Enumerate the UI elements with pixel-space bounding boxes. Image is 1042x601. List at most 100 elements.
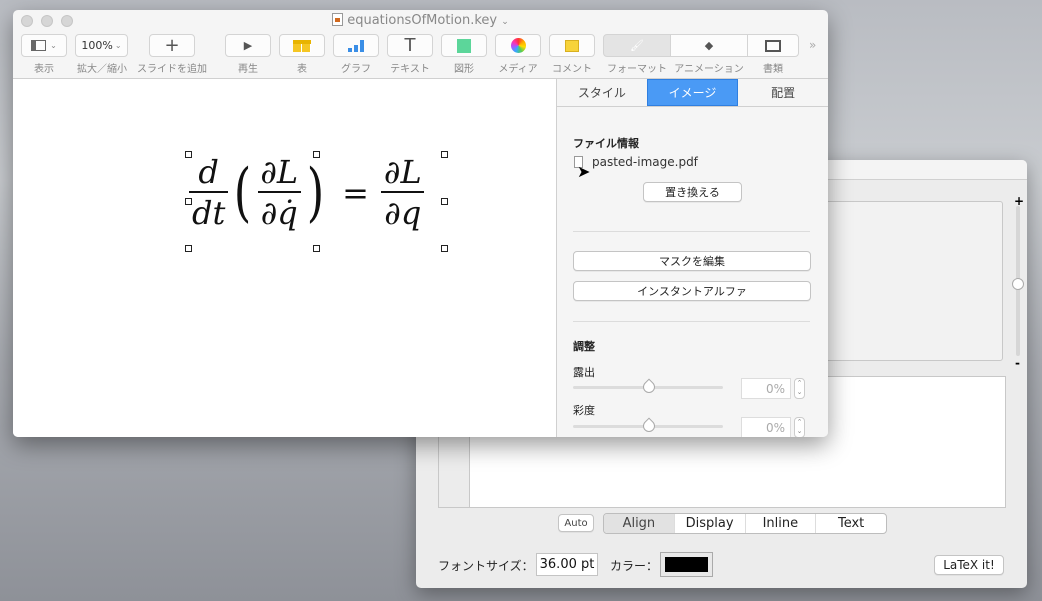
toolbar-label: スライドを追加	[137, 64, 207, 75]
selection-handle[interactable]	[313, 245, 320, 252]
document-title: equationsOfMotion.key	[347, 13, 498, 28]
toolbar-overflow-icon[interactable]: »	[809, 38, 816, 52]
chevron-down-icon: ⌄	[501, 17, 509, 27]
chart-button[interactable]	[333, 34, 379, 57]
inspector-tabs: スタイル イメージ 配置	[557, 79, 828, 107]
numerator: ∂L	[260, 153, 299, 191]
zoom-value: 100%	[81, 39, 113, 52]
toolbar-label: 書類	[763, 64, 783, 75]
tab-style[interactable]: スタイル	[557, 79, 647, 106]
divider	[573, 321, 810, 322]
toolbar-label: 図形	[454, 64, 474, 75]
toolbar-label: 拡大／縮小	[77, 64, 127, 75]
toolbar-label: フォーマット	[607, 64, 667, 75]
selection-handle[interactable]	[313, 151, 320, 158]
mouse-cursor-icon: ➤	[577, 162, 591, 181]
divider	[573, 231, 810, 232]
exposure-label: 露出	[573, 366, 595, 379]
sidebar-view-icon	[31, 40, 47, 51]
animation-icon: ◆	[704, 39, 714, 52]
denominator: dt	[189, 191, 229, 233]
zoom-minus-icon: -	[1015, 356, 1020, 370]
window-title[interactable]: equationsOfMotion.key ⌄	[13, 13, 828, 28]
exposure-slider-knob[interactable]	[640, 378, 658, 396]
format-brush-icon: 🖌	[630, 39, 644, 52]
equation-image[interactable]: d dt ( ∂L ∂q̇ ) = ∂L ∂q	[189, 153, 425, 233]
right-paren: )	[306, 156, 325, 230]
play-button[interactable]: ▶	[225, 34, 271, 57]
media-icon	[510, 38, 526, 53]
color-label: カラー：	[610, 559, 659, 573]
toolbar-label: アニメーション	[674, 64, 744, 75]
selection-handle[interactable]	[185, 245, 192, 252]
document-button[interactable]	[747, 34, 799, 57]
shape-button[interactable]	[441, 34, 487, 57]
selection-handle[interactable]	[441, 151, 448, 158]
slide-canvas[interactable]: d dt ( ∂L ∂q̇ ) = ∂L ∂q	[13, 78, 556, 437]
zoom-dropdown[interactable]: 100% ⌄	[75, 34, 128, 57]
color-well[interactable]	[660, 552, 713, 577]
latex-it-button[interactable]: LaTeX it!	[934, 555, 1004, 575]
selection-handle[interactable]	[185, 198, 192, 205]
format-button[interactable]: 🖌	[603, 34, 671, 57]
numerator: ∂L	[383, 153, 422, 191]
table-button[interactable]	[279, 34, 325, 57]
saturation-slider-knob[interactable]	[640, 417, 658, 435]
adjust-heading: 調整	[573, 340, 595, 353]
toolbar-label: コメント	[552, 64, 592, 75]
text-icon: T	[404, 35, 416, 56]
mode-text[interactable]: Text	[815, 514, 886, 533]
saturation-label: 彩度	[573, 404, 595, 417]
toolbar-label: 表示	[34, 64, 54, 75]
mode-align[interactable]: Align	[604, 514, 674, 533]
fraction-d-dt: d dt	[189, 153, 229, 233]
table-icon	[293, 39, 311, 52]
instant-alpha-button[interactable]: インスタントアルファ	[573, 281, 811, 301]
shape-icon	[457, 38, 471, 53]
equals-sign: =	[342, 174, 369, 212]
auto-button[interactable]: Auto	[558, 514, 594, 532]
toolbar-label: 表	[297, 64, 307, 75]
mode-display[interactable]: Display	[673, 514, 745, 533]
text-button[interactable]: T	[387, 34, 433, 57]
toolbar-label: 再生	[238, 64, 258, 75]
zoom-slider-knob[interactable]	[1012, 278, 1024, 290]
saturation-input[interactable]: 0%	[741, 417, 791, 437]
font-size-label: フォントサイズ：	[438, 559, 534, 573]
animation-button[interactable]: ◆	[670, 34, 748, 57]
comment-icon	[565, 39, 579, 52]
exposure-input[interactable]: 0%	[741, 378, 791, 399]
keynote-file-icon	[332, 13, 344, 26]
file-info-heading: ファイル情報	[573, 137, 639, 150]
fraction-dL-dqdot: ∂L ∂q̇	[257, 153, 301, 233]
inspector-panel: スタイル イメージ 配置 ファイル情報 pasted-image.pdf 置き換…	[556, 78, 828, 437]
denominator: ∂q̇	[257, 191, 301, 233]
view-button[interactable]: ⌄	[21, 34, 67, 57]
denominator: ∂q	[381, 191, 425, 233]
comment-button[interactable]	[549, 34, 595, 57]
color-swatch	[665, 557, 708, 572]
edit-mask-button[interactable]: マスクを編集	[573, 251, 811, 271]
plus-icon: +	[164, 35, 180, 56]
fraction-dL-dq: ∂L ∂q	[381, 153, 425, 233]
media-button[interactable]	[495, 34, 541, 57]
saturation-stepper[interactable]: ⌃ ⌄	[794, 417, 805, 437]
tab-arrange[interactable]: 配置	[738, 79, 828, 106]
toolbar-label: メディア	[498, 64, 538, 75]
exposure-stepper[interactable]: ⌃ ⌄	[794, 378, 805, 399]
keynote-window: equationsOfMotion.key ⌄ ⌄ 100% ⌄ + ▶ T 🖌 …	[13, 10, 828, 437]
document-icon	[765, 39, 781, 52]
selection-handle[interactable]	[441, 245, 448, 252]
font-size-input[interactable]: 36.00 pt	[536, 553, 598, 576]
add-slide-button[interactable]: +	[149, 34, 195, 57]
chart-icon	[348, 39, 364, 52]
mode-inline[interactable]: Inline	[744, 514, 816, 533]
file-name: pasted-image.pdf	[592, 155, 698, 169]
replace-button[interactable]: 置き換える	[643, 182, 742, 202]
selection-handle[interactable]	[185, 151, 192, 158]
toolbar-label: グラフ	[341, 64, 371, 75]
left-paren: (	[234, 156, 252, 230]
mode-segmented-control: Align Display Inline Text	[603, 513, 887, 534]
tab-image[interactable]: イメージ	[646, 79, 739, 106]
selection-handle[interactable]	[441, 198, 448, 205]
